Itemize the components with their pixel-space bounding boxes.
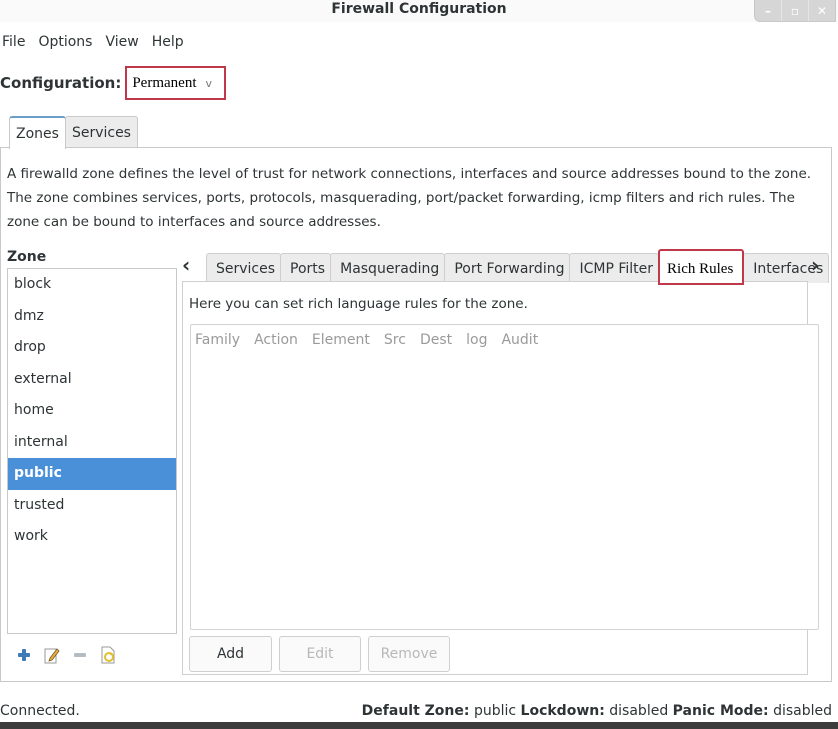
zone-item-block[interactable]: block bbox=[8, 269, 176, 301]
zone-item-home[interactable]: home bbox=[8, 395, 176, 427]
remove-zone-button[interactable] bbox=[71, 646, 89, 664]
minus-icon bbox=[74, 653, 86, 657]
tab-zone-port-forwarding[interactable]: Port Forwarding bbox=[444, 253, 571, 283]
edit-zone-button[interactable] bbox=[43, 646, 61, 664]
rich-rules-table[interactable]: Family Action Element Src Dest log Audit bbox=[190, 324, 819, 630]
add-zone-button[interactable] bbox=[15, 646, 33, 664]
status-summary: Default Zone: public Lockdown: disabled … bbox=[362, 703, 832, 719]
menu-view[interactable]: View bbox=[103, 32, 138, 56]
zone-item-drop[interactable]: drop bbox=[8, 332, 176, 364]
configuration-label: Configuration: bbox=[0, 74, 122, 92]
connection-status: Connected. bbox=[0, 703, 80, 719]
zone-item-internal[interactable]: internal bbox=[8, 427, 176, 459]
plus-icon bbox=[18, 649, 30, 661]
chevron-down-icon: v bbox=[205, 76, 213, 90]
menu-options[interactable]: Options bbox=[36, 32, 92, 56]
column-element[interactable]: Element bbox=[312, 332, 370, 348]
tab-zones[interactable]: Zones bbox=[9, 116, 66, 149]
edit-icon bbox=[44, 647, 60, 663]
tabs-scroll-left-button[interactable]: ‹ bbox=[182, 253, 190, 277]
column-src[interactable]: Src bbox=[384, 332, 406, 348]
window-controls: – ▫ ✕ bbox=[754, 0, 836, 22]
remove-rule-button[interactable]: Remove bbox=[368, 636, 450, 672]
configuration-select[interactable]: Permanent v bbox=[125, 66, 227, 100]
configuration-row: Configuration: Permanent v bbox=[0, 66, 227, 100]
tab-zone-masquerading[interactable]: Masquerading bbox=[330, 253, 446, 283]
rich-rules-panel: Here you can set rich language rules for… bbox=[182, 281, 819, 675]
zone-list-header: Zone bbox=[7, 249, 47, 265]
status-bar: Connected. Default Zone: public Lockdown… bbox=[0, 700, 838, 722]
menu-file[interactable]: File bbox=[0, 32, 25, 56]
column-action[interactable]: Action bbox=[254, 332, 298, 348]
load-defaults-button[interactable] bbox=[99, 646, 117, 664]
column-log[interactable]: log bbox=[466, 332, 487, 348]
tab-services[interactable]: Services bbox=[64, 116, 138, 148]
zone-settings-tabs: Services Ports Masquerading Port Forward… bbox=[206, 249, 830, 285]
bottom-edge bbox=[0, 722, 838, 729]
zone-item-dmz[interactable]: dmz bbox=[8, 301, 176, 333]
zone-list[interactable]: block dmz drop external home internal pu… bbox=[7, 268, 177, 634]
tabs-scroll-right-button[interactable]: › bbox=[811, 253, 819, 277]
panic-mode-label: Panic Mode: bbox=[672, 703, 769, 719]
zone-item-trusted[interactable]: trusted bbox=[8, 490, 176, 522]
main-tabs: Zones Services bbox=[9, 116, 138, 149]
window-title: Firewall Configuration bbox=[331, 1, 507, 17]
close-button[interactable]: ✕ bbox=[808, 0, 835, 21]
default-zone-value: public bbox=[473, 703, 517, 719]
zones-panel: A firewalld zone defines the level of tr… bbox=[0, 147, 832, 682]
zone-item-work[interactable]: work bbox=[8, 521, 176, 553]
edit-rule-button[interactable]: Edit bbox=[279, 636, 361, 672]
lockdown-value: disabled bbox=[609, 703, 669, 719]
column-audit[interactable]: Audit bbox=[501, 332, 538, 348]
maximize-button[interactable]: ▫ bbox=[781, 0, 808, 21]
add-rule-button[interactable]: Add bbox=[189, 636, 272, 672]
tab-zone-icmp-filter[interactable]: ICMP Filter bbox=[569, 253, 660, 283]
tab-zone-services[interactable]: Services bbox=[206, 253, 282, 283]
menu-help[interactable]: Help bbox=[150, 32, 184, 56]
tab-zone-ports[interactable]: Ports bbox=[280, 253, 332, 283]
rich-rules-description: Here you can set rich language rules for… bbox=[189, 296, 528, 312]
load-defaults-icon bbox=[101, 646, 115, 664]
zone-toolbar bbox=[15, 646, 117, 664]
zone-item-public[interactable]: public bbox=[8, 458, 176, 490]
title-bar: Firewall Configuration – ▫ ✕ bbox=[0, 0, 838, 22]
rich-rules-table-header: Family Action Element Src Dest log Audit bbox=[191, 325, 818, 348]
zone-item-external[interactable]: external bbox=[8, 364, 176, 396]
zones-description: A firewalld zone defines the level of tr… bbox=[7, 166, 812, 230]
configuration-value: Permanent bbox=[132, 74, 197, 91]
default-zone-label: Default Zone: bbox=[361, 703, 470, 719]
panic-mode-value: disabled bbox=[773, 703, 832, 719]
lockdown-label: Lockdown: bbox=[520, 703, 605, 719]
column-dest[interactable]: Dest bbox=[420, 332, 452, 348]
menu-bar: File Options View Help bbox=[0, 32, 195, 56]
rich-rules-buttons: Add Edit Remove bbox=[189, 636, 450, 672]
minimize-button[interactable]: – bbox=[755, 0, 781, 21]
tab-zone-rich-rules[interactable]: Rich Rules bbox=[658, 249, 745, 285]
column-family[interactable]: Family bbox=[195, 332, 240, 348]
